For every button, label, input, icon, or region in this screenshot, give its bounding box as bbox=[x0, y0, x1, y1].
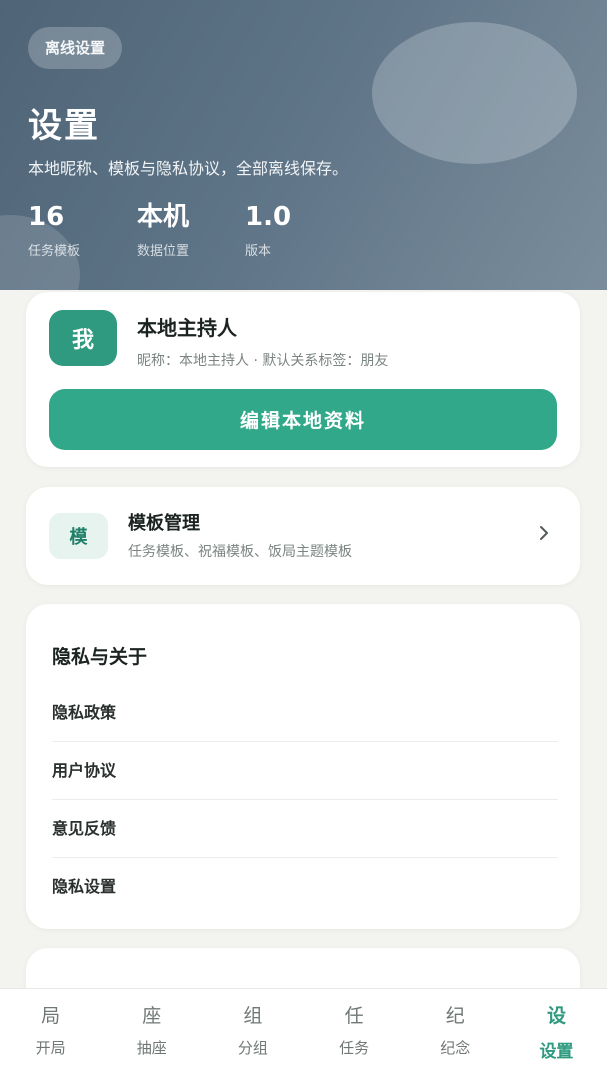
group-icon: 组 bbox=[243, 1005, 263, 1027]
stat-label: 版本 bbox=[245, 244, 272, 259]
profile-card: 我 本地主持人 昵称：本地主持人 · 默认关系标签：朋友 编辑本地资料 bbox=[26, 292, 580, 467]
tab-label: 设置 bbox=[539, 1042, 574, 1062]
menu-item-privacy-settings[interactable]: 隐私设置 bbox=[52, 858, 558, 916]
settings-icon: 设 bbox=[546, 1005, 566, 1027]
profile-meta: 昵称：本地主持人 · 默认关系标签：朋友 bbox=[137, 353, 389, 369]
bottom-tab-bar: 局 开局 座 抽座 组 分组 任 任务 纪 纪念 设 设置 bbox=[0, 988, 607, 1080]
tab-settings[interactable]: 设 设置 bbox=[506, 989, 607, 1080]
menu-item-privacy-policy[interactable]: 隐私政策 bbox=[52, 684, 558, 742]
tab-tasks[interactable]: 任 任务 bbox=[304, 989, 405, 1080]
tab-label: 抽座 bbox=[136, 1039, 167, 1057]
seat-icon: 座 bbox=[142, 1005, 162, 1027]
profile-name: 本地主持人 bbox=[137, 316, 237, 340]
page-subtitle: 本地昵称、模板与隐私协议，全部离线保存。 bbox=[28, 159, 349, 178]
stat-template-count: 16 任务模板 bbox=[28, 198, 80, 259]
tab-start[interactable]: 局 开局 bbox=[0, 989, 101, 1080]
chevron-right-icon bbox=[540, 526, 548, 540]
decorative-circle bbox=[372, 22, 577, 164]
settings-header: 离线设置 设置 本地昵称、模板与隐私协议，全部离线保存。 16 任务模板 本机 … bbox=[0, 0, 607, 290]
stat-label: 任务模板 bbox=[28, 244, 81, 259]
tab-label: 开局 bbox=[35, 1039, 66, 1057]
start-icon: 局 bbox=[41, 1005, 61, 1027]
template-title: 模板管理 bbox=[128, 513, 200, 534]
stat-data-location: 本机 数据位置 bbox=[137, 198, 189, 259]
offline-settings-chip: 离线设置 bbox=[28, 27, 123, 69]
edit-profile-button[interactable]: 编辑本地资料 bbox=[49, 389, 557, 450]
tab-label: 纪念 bbox=[440, 1039, 471, 1057]
menu-item-feedback[interactable]: 意见反馈 bbox=[52, 800, 558, 858]
template-description: 任务模板、祝福模板、饭局主题模板 bbox=[128, 544, 352, 560]
stat-label: 数据位置 bbox=[137, 244, 190, 259]
tab-label: 任务 bbox=[339, 1039, 370, 1057]
task-icon: 任 bbox=[344, 1005, 364, 1027]
settings-page: 离线设置 设置 本地昵称、模板与隐私协议，全部离线保存。 16 任务模板 本机 … bbox=[0, 0, 607, 1080]
tab-seat-draw[interactable]: 座 抽座 bbox=[101, 989, 202, 1080]
tab-grouping[interactable]: 组 分组 bbox=[202, 989, 303, 1080]
tab-label: 分组 bbox=[237, 1039, 268, 1057]
stat-value: 1.0 bbox=[245, 202, 292, 232]
privacy-about-card: 隐私与关于 隐私政策 用户协议 意见反馈 隐私设置 bbox=[26, 604, 580, 929]
page-title: 设置 bbox=[28, 106, 100, 146]
menu-item-user-agreement[interactable]: 用户协议 bbox=[52, 742, 558, 800]
template-icon: 模 bbox=[49, 513, 108, 559]
memory-icon: 纪 bbox=[445, 1005, 465, 1027]
section-title: 隐私与关于 bbox=[52, 646, 148, 668]
privacy-menu: 隐私政策 用户协议 意见反馈 隐私设置 bbox=[52, 684, 558, 916]
avatar: 我 bbox=[49, 310, 117, 366]
stat-version: 1.0 版本 bbox=[245, 198, 291, 259]
stat-value: 16 bbox=[28, 202, 65, 232]
template-management-row[interactable]: 模 模板管理 任务模板、祝福模板、饭局主题模板 bbox=[26, 487, 580, 585]
stat-value: 本机 bbox=[137, 202, 190, 232]
tab-memories[interactable]: 纪 纪念 bbox=[405, 989, 506, 1080]
